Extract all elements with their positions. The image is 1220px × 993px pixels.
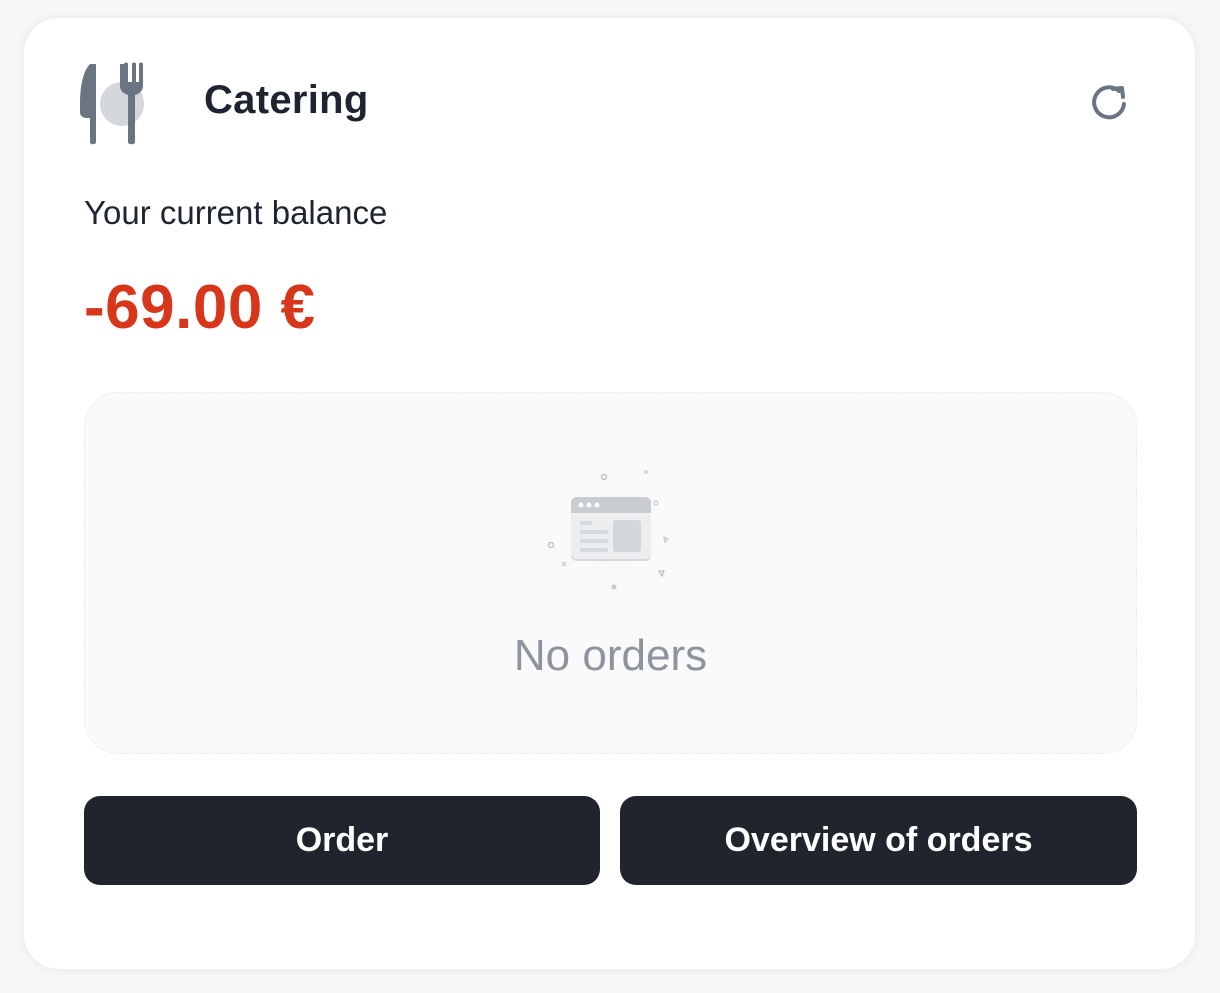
- balance-label: Your current balance: [84, 194, 388, 231]
- refresh-icon[interactable]: [1086, 78, 1134, 126]
- cutlery-plate-icon: [80, 62, 144, 145]
- empty-state-text: No orders: [513, 631, 708, 680]
- empty-browser-window-icon: [547, 469, 670, 590]
- overview-of-orders-button[interactable]: Overview of orders: [620, 796, 1137, 885]
- catering-card: Catering Your current balance -69.00 € N…: [23, 17, 1196, 970]
- balance-amount: -69.00 €: [84, 273, 316, 342]
- orders-empty-state: No orders: [84, 392, 1137, 754]
- widget-title: Catering: [204, 78, 369, 122]
- order-button[interactable]: Order: [84, 796, 600, 885]
